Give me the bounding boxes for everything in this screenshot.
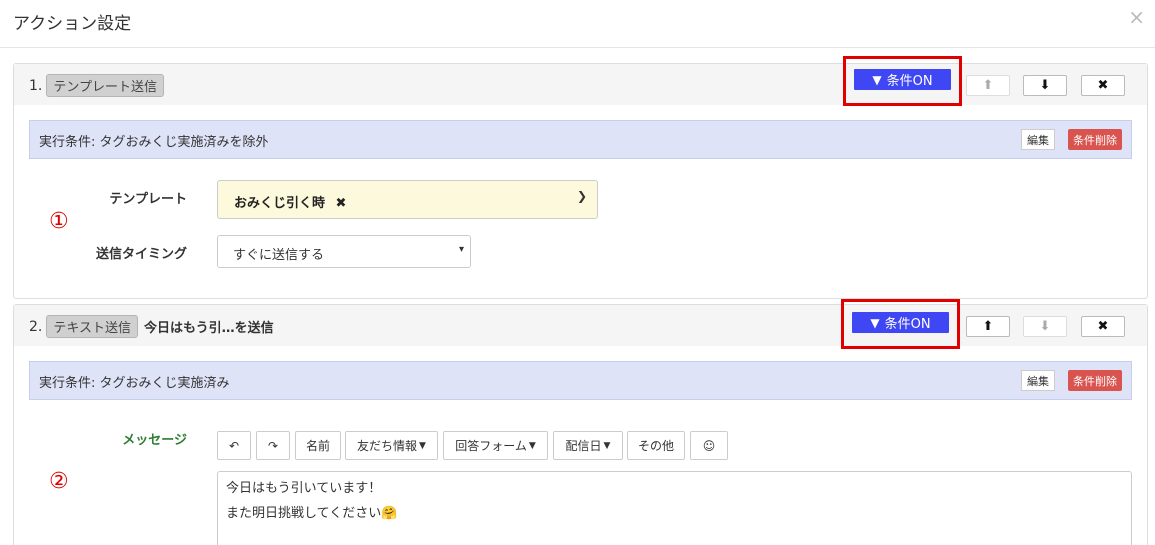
step-number: 2. xyxy=(29,318,43,335)
move-down-button[interactable]: ⬇ xyxy=(1023,75,1067,96)
friend-info-dropdown[interactable]: 友だち情報 ▼ xyxy=(345,431,438,460)
answer-form-label: 回答フォーム xyxy=(455,439,527,453)
marker-1: ① xyxy=(49,209,69,234)
condition-prefix: 実行条件: xyxy=(39,376,96,391)
funnel-icon: ▼ xyxy=(872,72,882,87)
answer-form-dropdown[interactable]: 回答フォーム ▼ xyxy=(443,431,548,460)
undo-icon: ↶ xyxy=(228,438,240,453)
condition-highlight: ▼ 条件ON xyxy=(841,299,960,349)
redo-icon: ↷ xyxy=(267,438,279,453)
arrow-up-icon: ⬆ xyxy=(982,78,994,93)
condition-prefix: 実行条件: xyxy=(39,135,96,150)
action-title: 今日はもう引…を送信 xyxy=(143,321,274,336)
undo-button[interactable]: ↶ xyxy=(217,431,251,460)
modal-header: アクション設定 × xyxy=(0,0,1155,48)
delivery-date-label: 配信日 xyxy=(565,439,602,453)
caret-down-icon: ▼ xyxy=(528,440,536,451)
funnel-icon: ▼ xyxy=(870,315,880,330)
delete-condition-button[interactable]: 条件削除 xyxy=(1068,370,1122,391)
move-up-button[interactable]: ⬆ xyxy=(966,75,1010,96)
insert-name-button[interactable]: 名前 xyxy=(295,431,341,460)
action-type-badge: テキスト送信 xyxy=(46,315,138,338)
template-select[interactable]: おみくじ引く時 ✖ ❯ xyxy=(217,180,598,219)
condition-value: タグおみくじ実施済み xyxy=(99,376,230,391)
action-heading-1: 1. テンプレート送信 ▼ 条件ON ⬆ ⬇ ✖ xyxy=(14,56,1147,106)
edit-condition-button[interactable]: 編集 xyxy=(1021,370,1055,391)
friend-info-label: 友だち情報 xyxy=(357,439,418,453)
close-icon[interactable]: × xyxy=(1128,5,1145,29)
close-icon: ✖ xyxy=(1097,319,1109,334)
arrow-down-icon: ⬇ xyxy=(1039,78,1051,93)
action-panel-2: 2. テキスト送信 今日はもう引…を送信 ▼ 条件ON ⬆ ⬇ ✖ 実行条件: … xyxy=(13,299,1148,545)
condition-on-label: 条件ON xyxy=(884,317,931,332)
timing-label: 送信タイミング xyxy=(95,247,187,262)
template-value: おみくじ引く時 xyxy=(234,196,326,211)
template-label: テンプレート xyxy=(109,192,187,207)
other-button[interactable]: その他 xyxy=(627,431,685,460)
close-icon: ✖ xyxy=(1097,78,1109,93)
chevron-down-icon: ❯ xyxy=(576,189,587,203)
condition-bar: 実行条件: タグおみくじ実施済み 編集 条件削除 xyxy=(29,361,1132,400)
marker-2: ② xyxy=(49,469,69,494)
condition-highlight: ▼ 条件ON xyxy=(843,56,962,106)
arrow-down-icon: ⬇ xyxy=(1039,319,1051,334)
delete-action-button[interactable]: ✖ xyxy=(1081,75,1125,96)
action-type-badge: テンプレート送信 xyxy=(46,74,164,97)
step-number: 1. xyxy=(29,77,43,94)
message-textarea[interactable]: 今日はもう引いています！ また明日挑戦してください🤗 xyxy=(217,471,1132,545)
timing-select[interactable]: すぐに送信する ▾ xyxy=(217,235,471,268)
caret-down-icon: ▼ xyxy=(603,440,611,451)
action-panel-1: 1. テンプレート送信 ▼ 条件ON ⬆ ⬇ ✖ 実行条件: タグおみくじ実施済… xyxy=(13,56,1148,299)
message-line-1: 今日はもう引いています！ xyxy=(226,481,382,496)
condition-bar: 実行条件: タグおみくじ実施済みを除外 編集 条件削除 xyxy=(29,120,1132,159)
message-label: メッセージ xyxy=(122,433,187,448)
move-down-button[interactable]: ⬇ xyxy=(1023,316,1067,337)
condition-on-label: 条件ON xyxy=(886,74,933,89)
condition-on-button[interactable]: ▼ 条件ON xyxy=(854,69,951,90)
chevron-down-icon: ▾ xyxy=(458,244,464,255)
move-up-button[interactable]: ⬆ xyxy=(966,316,1010,337)
message-line-2: また明日挑戦してください🤗 xyxy=(226,506,398,521)
action-heading-2: 2. テキスト送信 今日はもう引…を送信 ▼ 条件ON ⬆ ⬇ ✖ xyxy=(14,299,1147,349)
delivery-date-dropdown[interactable]: 配信日 ▼ xyxy=(553,431,623,460)
arrow-up-icon: ⬆ xyxy=(982,319,994,334)
remove-template-icon[interactable]: ✖ xyxy=(336,196,347,211)
emoji-icon: ☺ xyxy=(702,438,716,453)
condition-on-button[interactable]: ▼ 条件ON xyxy=(852,312,949,333)
timing-value: すぐに送信する xyxy=(233,248,325,263)
emoji-button[interactable]: ☺ xyxy=(690,431,728,460)
condition-value: タグおみくじ実施済みを除外 xyxy=(99,135,269,150)
modal-title: アクション設定 xyxy=(13,14,132,34)
redo-button[interactable]: ↷ xyxy=(256,431,290,460)
caret-down-icon: ▼ xyxy=(419,440,426,451)
condition-text: 実行条件: タグおみくじ実施済み xyxy=(39,372,230,391)
delete-action-button[interactable]: ✖ xyxy=(1081,316,1125,337)
edit-condition-button[interactable]: 編集 xyxy=(1021,129,1055,150)
delete-condition-button[interactable]: 条件削除 xyxy=(1068,129,1122,150)
condition-text: 実行条件: タグおみくじ実施済みを除外 xyxy=(39,131,269,150)
